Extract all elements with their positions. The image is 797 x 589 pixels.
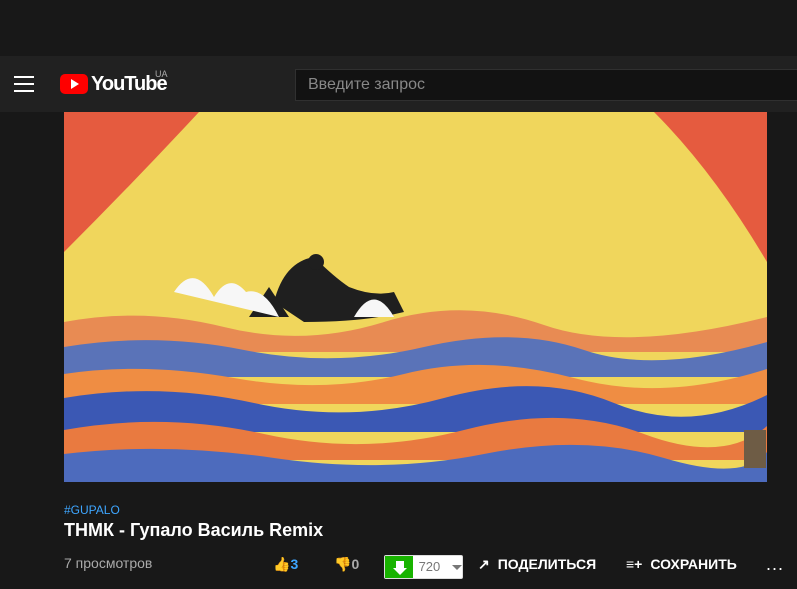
- share-icon: ↗: [478, 555, 490, 572]
- thumbs-up-icon: 👍: [273, 555, 291, 572]
- like-button[interactable]: 👍 3: [273, 552, 298, 576]
- save-button[interactable]: ≡+ СОХРАНИТЬ: [626, 552, 737, 576]
- thumbs-down-icon: 👎: [334, 555, 352, 572]
- menu-icon[interactable]: [14, 76, 34, 92]
- video-hashtag[interactable]: #GUPALO: [64, 503, 120, 517]
- share-label: ПОДЕЛИТЬСЯ: [497, 556, 597, 572]
- download-icon: [385, 556, 413, 578]
- youtube-logo[interactable]: YouTube: [60, 72, 168, 96]
- like-count: 3: [290, 556, 299, 572]
- video-player[interactable]: [64, 112, 767, 482]
- save-label: СОХРАНИТЬ: [650, 556, 737, 572]
- playlist-add-icon: ≡+: [626, 556, 643, 572]
- top-strip: [0, 0, 797, 56]
- video-title: ТНМК - Гупало Василь Remix: [64, 520, 324, 540]
- play-icon: [60, 74, 88, 94]
- download-button[interactable]: 720: [384, 555, 463, 579]
- view-count: 7 просмотров: [64, 555, 153, 571]
- country-code: UA: [155, 69, 168, 79]
- video-frame: [64, 112, 767, 482]
- share-button[interactable]: ↗ ПОДЕЛИТЬСЯ: [478, 552, 596, 576]
- search-input[interactable]: [295, 69, 797, 101]
- chevron-down-icon: [452, 565, 462, 570]
- dislike-count: 0: [351, 556, 360, 572]
- dislike-button[interactable]: 👎 0: [334, 552, 359, 576]
- download-quality: 720: [418, 559, 441, 574]
- more-actions-button[interactable]: ...: [766, 552, 784, 576]
